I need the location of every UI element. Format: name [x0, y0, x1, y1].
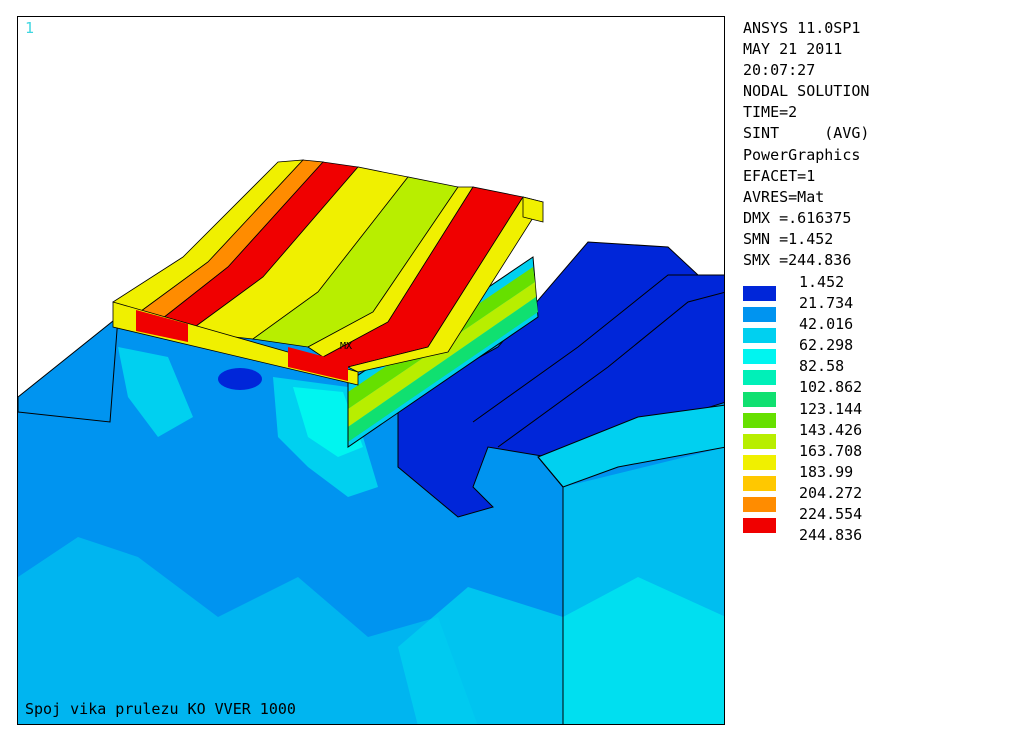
- legend-row: 163.708: [743, 433, 1013, 462]
- info-graphics: PowerGraphics: [743, 145, 861, 164]
- dmx-marker: MX: [340, 341, 352, 352]
- legend-swatch: [743, 518, 776, 534]
- legend-swatch: [743, 391, 776, 407]
- contour-legend: 1.452 21.734 42.016 62.298 82.58 102.862 123.…: [743, 272, 1013, 546]
- legend-row: 82.58: [743, 349, 1013, 377]
- legend-value: 183.99: [799, 462, 854, 481]
- legend-value: 42.016: [799, 315, 854, 334]
- legend-row: 42.016: [743, 307, 1013, 335]
- info-avres: AVRES=Mat: [743, 187, 825, 206]
- legend-value: 143.426: [799, 420, 863, 439]
- info-efacet: EFACET=1: [743, 166, 816, 185]
- legend-swatch: [743, 307, 776, 323]
- legend-value: 62.298: [799, 336, 854, 355]
- info-version: ANSYS 11.0SP1: [743, 19, 861, 37]
- legend-swatch: [743, 412, 776, 428]
- legend-swatch: [743, 349, 776, 365]
- legend-row: 62.298: [743, 328, 1013, 356]
- legend-min-row: 1.452: [743, 272, 1013, 293]
- contour-spot-blue: [218, 368, 262, 390]
- legend-swatch: [743, 475, 776, 491]
- legend-row: 123.144: [743, 391, 1013, 420]
- legend-row: 244.836: [743, 518, 1013, 546]
- legend-value: 123.144: [799, 399, 863, 418]
- legend-min-value: 1.452: [799, 273, 845, 291]
- legend-swatch: [743, 454, 776, 470]
- legend-row: 102.862: [743, 370, 1013, 398]
- info-dmx: DMX =.616375: [743, 208, 852, 227]
- legend-value: 163.708: [799, 441, 863, 460]
- info-date: MAY 21 2011: [743, 40, 843, 59]
- info-result-item: SINT (AVG): [743, 124, 870, 143]
- legend-row: 183.99: [743, 454, 1013, 483]
- info-solution: NODAL SOLUTION: [743, 82, 870, 101]
- info-smx: SMX =244.836: [743, 251, 852, 270]
- legend-swatch: [743, 433, 776, 449]
- window-number: 1: [25, 19, 35, 37]
- info-smn: SMN =1.452: [743, 229, 834, 248]
- graphics-viewport[interactable]: MX 1 Spoj vika prulezu KO VVER 1000: [17, 16, 725, 725]
- legend-swatch: [743, 370, 776, 386]
- legend-value: 82.58: [799, 357, 845, 376]
- left-cut-face: [18, 315, 119, 423]
- solution-info-panel: ANSYS 11.0SP1 MAY 21 2011 20:07:27 NODAL…: [743, 18, 1013, 271]
- legend-value: 224.554: [799, 505, 863, 524]
- legend-row: 204.272: [743, 475, 1013, 504]
- legend-value: 244.836: [799, 526, 863, 545]
- legend-swatch: [743, 328, 776, 344]
- contour-plot: MX: [18, 159, 724, 724]
- info-time: 20:07:27: [743, 61, 816, 80]
- legend-value: 102.862: [799, 378, 863, 397]
- legend-value: 204.272: [799, 483, 863, 502]
- legend-row: 21.734: [743, 286, 1013, 314]
- legend-swatch: [743, 497, 776, 513]
- legend-value: 21.734: [799, 294, 854, 313]
- plot-title: Spoj vika prulezu KO VVER 1000: [25, 700, 296, 718]
- legend-row: 143.426: [743, 412, 1013, 441]
- info-step-time: TIME=2: [743, 103, 798, 122]
- legend-swatch: [743, 286, 776, 302]
- legend-row: 224.554: [743, 497, 1013, 525]
